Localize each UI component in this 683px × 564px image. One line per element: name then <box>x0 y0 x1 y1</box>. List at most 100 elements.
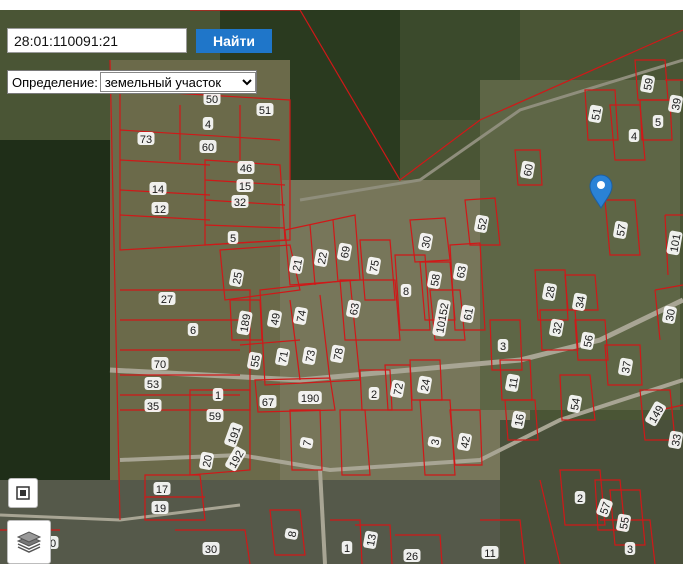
parcel-label-text: 20 <box>201 454 215 468</box>
parcel-number-label: 12 <box>151 202 169 216</box>
forest-area <box>0 140 120 520</box>
parcel-number-label: 54 <box>567 394 583 413</box>
parcel-label-text: 30 <box>664 308 678 322</box>
parcel-label-text: 28 <box>544 285 558 299</box>
parcel-number-label: 63 <box>346 299 362 318</box>
parcel-number-label: 4 <box>202 117 214 131</box>
parcel-number-label: 19 <box>151 501 169 515</box>
parcel-label-text: 21 <box>291 258 305 272</box>
parcel-number-label: 20 <box>199 451 215 470</box>
parcel-number-label: 55 <box>616 513 632 532</box>
parcel-number-label: 58 <box>427 270 443 289</box>
definition-select[interactable]: земельный участок <box>99 72 256 92</box>
parcel-label-text: 1 <box>344 543 350 555</box>
parcel-label-text: 63 <box>348 302 362 316</box>
parcel-label-text: 69 <box>339 245 353 259</box>
layers-button[interactable] <box>7 520 51 564</box>
parcel-label-text: 51 <box>590 107 604 121</box>
parcel-number-label: 1 <box>212 388 224 402</box>
parcel-label-text: 14 <box>152 184 164 196</box>
parcel-number-label: 73 <box>137 132 155 146</box>
top-strip <box>0 0 683 10</box>
parcel-number-label: 46 <box>237 161 255 175</box>
parcel-label-text: 67 <box>262 397 274 409</box>
parcel-number-label: 50 <box>203 92 221 106</box>
parcel-label-text: 53 <box>147 379 159 391</box>
parcel-label-text: 11 <box>484 548 495 560</box>
parcel-number-label: 28 <box>542 282 558 301</box>
parcel-label-text: 30 <box>420 235 434 249</box>
parcel-label-text: 33 <box>670 433 683 447</box>
parcel-number-label: 21 <box>289 255 305 274</box>
parcel-label-text: 4 <box>631 131 637 143</box>
parcel-label-text: 57 <box>615 223 629 237</box>
cadastral-number-input[interactable] <box>7 28 187 53</box>
parcel-number-label: 32 <box>231 195 249 209</box>
parcel-label-text: 60 <box>202 142 214 154</box>
parcel-number-label: 34 <box>572 292 588 311</box>
parcel-number-label: 52 <box>474 214 490 233</box>
parcel-label-text: 1 <box>215 390 221 402</box>
parcel-label-text: 2 <box>577 493 583 505</box>
layers-icon <box>16 531 42 553</box>
parcel-label-text: 73 <box>140 134 152 146</box>
parcel-label-text: 72 <box>392 382 406 396</box>
parcel-label-text: 52 <box>476 217 490 231</box>
parcel-label-text: 32 <box>234 197 246 209</box>
definition-label: Определение: <box>12 74 98 90</box>
parcel-label-text: 51 <box>259 105 271 117</box>
parcel-number-label: 75 <box>366 256 382 275</box>
parcel-label-text: 55 <box>618 516 632 530</box>
parcel-number-label: 35 <box>144 399 162 413</box>
parcel-label-text: 15 <box>239 181 251 193</box>
parcel-label-text: 24 <box>419 378 433 392</box>
parcel-label-text: 34 <box>574 295 588 309</box>
find-button[interactable]: Найти <box>196 29 272 53</box>
parcel-number-label: 17 <box>153 482 171 496</box>
parcel-number-label: 190 <box>298 391 322 405</box>
parcel-number-label: 56 <box>580 331 596 350</box>
parcel-label-text: 74 <box>295 309 309 323</box>
parcel-number-label: 22 <box>314 248 330 267</box>
parcel-label-text: 16 <box>513 413 527 427</box>
parcel-label-text: 19 <box>154 503 166 515</box>
parcel-number-label: 5 <box>652 115 664 129</box>
parcel-number-label: 70 <box>151 357 169 371</box>
parcel-number-label: 69 <box>337 242 353 261</box>
parcel-label-text: 42 <box>459 435 473 449</box>
parcel-label-text: 5 <box>655 117 661 129</box>
parcel-label-text: 27 <box>161 294 173 306</box>
parcel-label-text: 78 <box>332 347 346 361</box>
parcel-label-text: 11 <box>507 377 521 390</box>
parcel-label-text: 3 <box>500 341 506 353</box>
parcel-number-label: 51 <box>256 103 274 117</box>
parcel-label-text: 4 <box>205 119 211 131</box>
parcel-number-label: 13 <box>363 530 379 549</box>
parcel-number-label: 57 <box>613 220 629 239</box>
parcel-number-label: 11 <box>505 373 521 392</box>
parcel-number-label: 51 <box>588 104 604 123</box>
parcel-number-label: 3 <box>497 339 509 353</box>
parcel-number-label: 74 <box>293 306 309 325</box>
parcel-label-text: 5 <box>230 233 236 245</box>
parcel-number-label: 30 <box>418 232 434 251</box>
fullscreen-button[interactable] <box>8 478 38 508</box>
parcel-label-text: 60 <box>522 163 536 177</box>
parcel-number-label: 27 <box>158 292 176 306</box>
parcel-number-label: 6 <box>187 323 199 337</box>
parcel-label-text: 32 <box>551 321 565 335</box>
parcel-label-text: 58 <box>429 273 443 287</box>
parcel-number-label: 32 <box>549 318 565 337</box>
parcel-number-label: 2 <box>574 491 586 505</box>
parcel-number-label: 26 <box>403 549 421 563</box>
parcel-number-label: 15 <box>236 179 254 193</box>
parcel-label-text: 59 <box>209 411 221 423</box>
parcel-number-label: 1 <box>341 541 353 555</box>
parcel-label-text: 35 <box>147 401 159 413</box>
parcel-number-label: 71 <box>275 347 291 366</box>
parcel-label-text: 101 <box>668 233 683 253</box>
parcel-label-text: 26 <box>406 551 418 563</box>
parcel-label-text: 50 <box>206 94 218 106</box>
parcel-label-text: 2 <box>371 389 377 401</box>
parcel-number-label: 60 <box>520 160 536 179</box>
